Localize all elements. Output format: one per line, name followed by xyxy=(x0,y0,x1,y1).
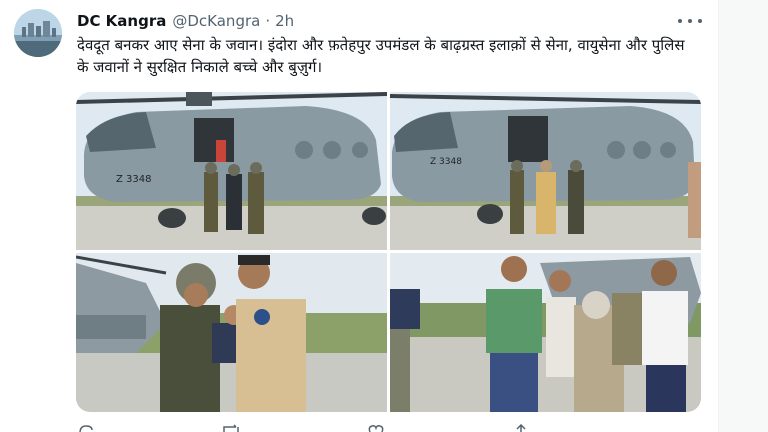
photo-helicopter-soldiers-2[interactable]: Z 3348 xyxy=(390,92,701,250)
photo-soldier-with-child[interactable] xyxy=(76,253,387,412)
author-name[interactable]: DC Kangra xyxy=(77,12,166,30)
more-horizontal-icon[interactable] xyxy=(678,12,702,30)
photo-helicopter-soldiers-1[interactable]: Z 3348 xyxy=(76,92,387,250)
tweet-text: देवदूत बनकर आए सेना के जवान। इंदोरा और फ… xyxy=(77,36,685,76)
like-icon[interactable] xyxy=(367,424,385,432)
tweet-media-grid[interactable]: Z 3348 Z 3348 xyxy=(76,92,701,412)
separator-dot: · xyxy=(265,12,271,30)
avatar[interactable] xyxy=(14,9,62,57)
reply-icon[interactable] xyxy=(77,424,95,432)
tail-number-1: Z 3348 xyxy=(116,174,151,185)
retweet-icon[interactable] xyxy=(222,424,240,432)
tail-number-2: Z 3348 xyxy=(430,157,462,167)
author-handle[interactable]: @DcKangra xyxy=(172,12,260,30)
tweet-timestamp[interactable]: 2h xyxy=(275,12,294,30)
avatar-image xyxy=(14,9,62,57)
tweet-card[interactable]: DC Kangra @DcKangra · 2h देवदूत बनकर आए … xyxy=(0,0,768,432)
share-icon[interactable] xyxy=(512,424,530,432)
photo-elderly-woman-rescue[interactable] xyxy=(390,253,701,412)
tweet-actions xyxy=(77,424,697,432)
right-sidebar xyxy=(719,0,768,432)
tweet-header: DC Kangra @DcKangra · 2h xyxy=(77,10,294,32)
